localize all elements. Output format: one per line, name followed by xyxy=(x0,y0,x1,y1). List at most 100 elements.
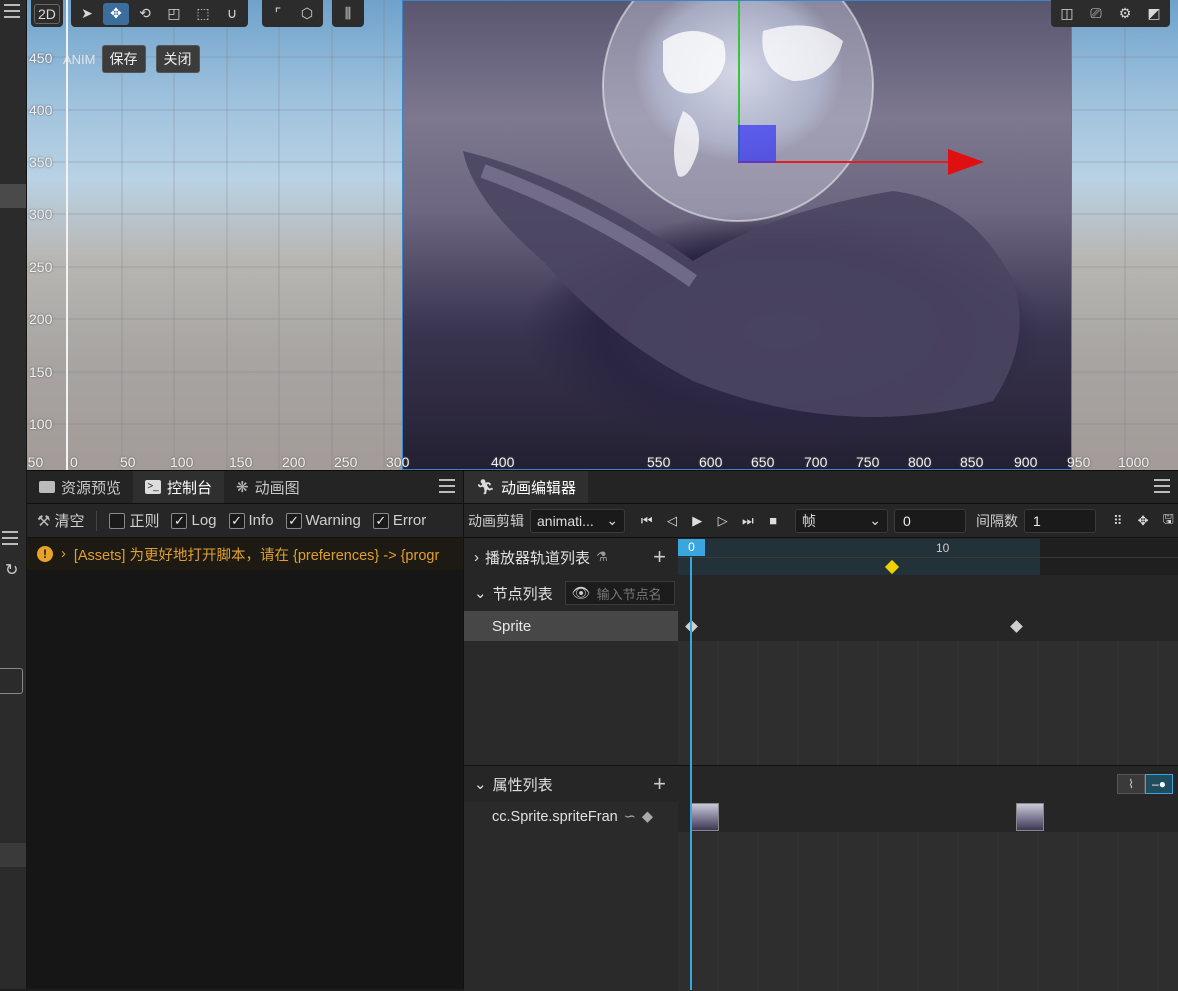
keyframe-nav-icon[interactable]: ✥ xyxy=(1133,511,1152,531)
filter-log[interactable]: ✓ Log xyxy=(171,512,217,529)
tab-assets-preview[interactable]: 资源预览 xyxy=(27,471,133,503)
play-icon[interactable]: ▶ xyxy=(688,511,707,531)
left-strip-selected-row xyxy=(0,184,26,208)
expand-chevron-icon[interactable]: › xyxy=(61,546,66,562)
eye-icon[interactable]: 👁︎ xyxy=(572,584,591,602)
property-item[interactable]: cc.Sprite.spriteFran ∽ ◆ xyxy=(464,802,678,832)
save-clip-icon[interactable]: 🖫︎ xyxy=(1159,511,1178,531)
add-track-button[interactable]: + xyxy=(653,546,666,568)
console-panel: 资源预览 >_ 控制台 ❋ 动画图 ⚒ 清空 正则 ✓ Log ✓ Info ✓… xyxy=(27,470,463,989)
node-list-header-track xyxy=(678,575,1178,611)
property-name: cc.Sprite.spriteFran xyxy=(492,809,618,825)
y-label: 150 xyxy=(29,364,53,380)
tab-label: 控制台 xyxy=(167,479,213,497)
anim-editor-menu-icon[interactable] xyxy=(1154,479,1170,493)
add-keyframe-icon[interactable]: ◆ xyxy=(642,809,653,825)
left-panel-input[interactable] xyxy=(0,668,23,694)
node-list-header[interactable]: ⌄ 节点列表 👁︎ 输入节点名 xyxy=(464,575,678,611)
x-label: 100 xyxy=(170,454,194,470)
move-tool-icon[interactable]: ✥ xyxy=(103,2,129,25)
node-search[interactable]: 👁︎ 输入节点名 xyxy=(564,581,675,605)
node-item[interactable]: Sprite xyxy=(464,611,678,641)
grid-dots-icon[interactable]: ⠿ xyxy=(1108,511,1127,531)
checkbox-checked[interactable]: ✓ xyxy=(285,512,302,529)
property-list-header[interactable]: ⌄ 属性列表 + xyxy=(464,766,678,802)
prev-frame-icon[interactable]: ◁ xyxy=(662,511,681,531)
timeline-ruler[interactable]: 0 10 xyxy=(678,539,1178,575)
checkbox-checked[interactable]: ✓ xyxy=(372,512,389,529)
gizmo-center-handle[interactable] xyxy=(738,125,776,163)
sprite-image[interactable] xyxy=(402,0,1072,470)
tab-console[interactable]: >_ 控制台 xyxy=(133,471,225,503)
node-search-input[interactable]: 输入节点名 xyxy=(597,584,662,603)
y-label: 100 xyxy=(29,416,53,432)
console-menu-icon[interactable] xyxy=(439,479,455,493)
player-tracks-label: 播放器轨道列表 xyxy=(485,549,591,567)
playhead-line[interactable] xyxy=(690,557,692,990)
gear-icon[interactable]: ⚙ xyxy=(1112,3,1138,25)
filter-label: Log xyxy=(191,512,217,529)
next-frame-icon[interactable]: ▷ xyxy=(713,511,732,531)
console-tabbar: 资源预览 >_ 控制台 ❋ 动画图 xyxy=(27,471,463,504)
current-frame-input[interactable]: 0 xyxy=(893,508,967,533)
filter-label: Error xyxy=(392,512,427,529)
x-label: -50 xyxy=(27,454,44,470)
select-tool-icon[interactable]: ➤ xyxy=(74,3,100,25)
hierarchy-menu-icon[interactable] xyxy=(4,4,20,18)
stop-icon[interactable]: ■ xyxy=(764,511,783,531)
rect-tool-icon[interactable]: ⬚ xyxy=(190,3,216,25)
keyframe-view-icon[interactable]: –● xyxy=(1145,774,1173,794)
curve-icon[interactable]: ∽ xyxy=(624,809,636,825)
node-list-section: ⌄ 节点列表 👁︎ 输入节点名 Sprite xyxy=(464,575,1178,765)
rotate-tool-icon[interactable]: ⟲ xyxy=(132,3,158,25)
gizmo-x-arrow[interactable] xyxy=(948,149,984,175)
interval-input[interactable]: 1 xyxy=(1024,508,1097,533)
x-label: 950 xyxy=(1067,454,1091,470)
left-panel-menu-icon[interactable] xyxy=(2,531,18,545)
clear-button[interactable]: ⚒ 清空 xyxy=(37,510,84,531)
filter-regex[interactable]: 正则 xyxy=(109,510,159,531)
tab-anim-graph[interactable]: ❋ 动画图 xyxy=(224,471,312,503)
x-label: 550 xyxy=(647,454,671,470)
scene-view[interactable]: 450 400 350 300 250 200 150 100 -50 0 50… xyxy=(27,0,1178,470)
property-keyframe-track[interactable] xyxy=(678,802,1178,991)
add-property-button[interactable]: + xyxy=(653,773,666,795)
clip-select[interactable]: animati... ⌄ xyxy=(530,508,626,533)
x-label: 1000 xyxy=(1118,454,1150,470)
player-tracks-row: › 播放器轨道列表 ⚗ + 0 10 xyxy=(464,539,1178,575)
filter-error[interactable]: ✓ Error xyxy=(372,512,427,529)
x-label: 250 xyxy=(334,454,358,470)
anim-save-button[interactable]: 保存 xyxy=(101,45,146,73)
pivot-icon[interactable]: ⌜ xyxy=(265,3,291,25)
tab-label: 资源预览 xyxy=(61,479,122,497)
camera-icon[interactable]: ⎚ xyxy=(1083,3,1109,25)
filter-warning[interactable]: ✓ Warning xyxy=(285,512,361,529)
mode-2d-button[interactable]: 2D xyxy=(34,3,60,24)
node-keyframe-track[interactable] xyxy=(678,611,1178,765)
log-entry[interactable]: ! › [Assets] 为更好地打开脚本，请在 {preferences} -… xyxy=(27,538,463,570)
checkbox-checked[interactable]: ✓ xyxy=(228,512,245,529)
time-unit-select[interactable]: 帧 ⌄ xyxy=(794,508,888,533)
scene-settings-icon[interactable]: ◩ xyxy=(1141,3,1167,25)
layout-icon[interactable]: ◫ xyxy=(1054,3,1080,25)
snap-magnet-icon[interactable]: ∪ xyxy=(219,3,245,25)
tab-anim-editor[interactable]: 🏃︎ 动画编辑器 xyxy=(464,471,589,503)
player-tracks-header[interactable]: › 播放器轨道列表 ⚗ + xyxy=(464,539,678,575)
cube-icon[interactable]: ⬡ xyxy=(294,3,320,25)
timeline-ruler-line xyxy=(678,557,1178,558)
current-frame-marker[interactable]: 0 xyxy=(678,539,705,556)
scale-tool-icon[interactable]: ◰ xyxy=(161,3,187,25)
clip-value: animati... xyxy=(537,512,594,529)
checkbox[interactable] xyxy=(109,512,126,529)
align-dropdown-icon[interactable]: ⫼ xyxy=(335,3,361,25)
checkbox-checked[interactable]: ✓ xyxy=(171,512,188,529)
jump-first-icon[interactable]: ⏮ xyxy=(637,511,656,531)
jump-last-icon[interactable]: ⏭ xyxy=(738,511,757,531)
sprite-frame-keyframe[interactable] xyxy=(691,803,719,831)
warning-icon: ! xyxy=(37,546,53,562)
anim-close-button[interactable]: 关闭 xyxy=(155,45,200,73)
filter-info[interactable]: ✓ Info xyxy=(228,512,274,529)
refresh-icon[interactable]: ↻ xyxy=(5,560,18,580)
sprite-frame-keyframe[interactable] xyxy=(1016,803,1044,831)
curve-view-icon[interactable]: ⌇ xyxy=(1117,774,1145,794)
